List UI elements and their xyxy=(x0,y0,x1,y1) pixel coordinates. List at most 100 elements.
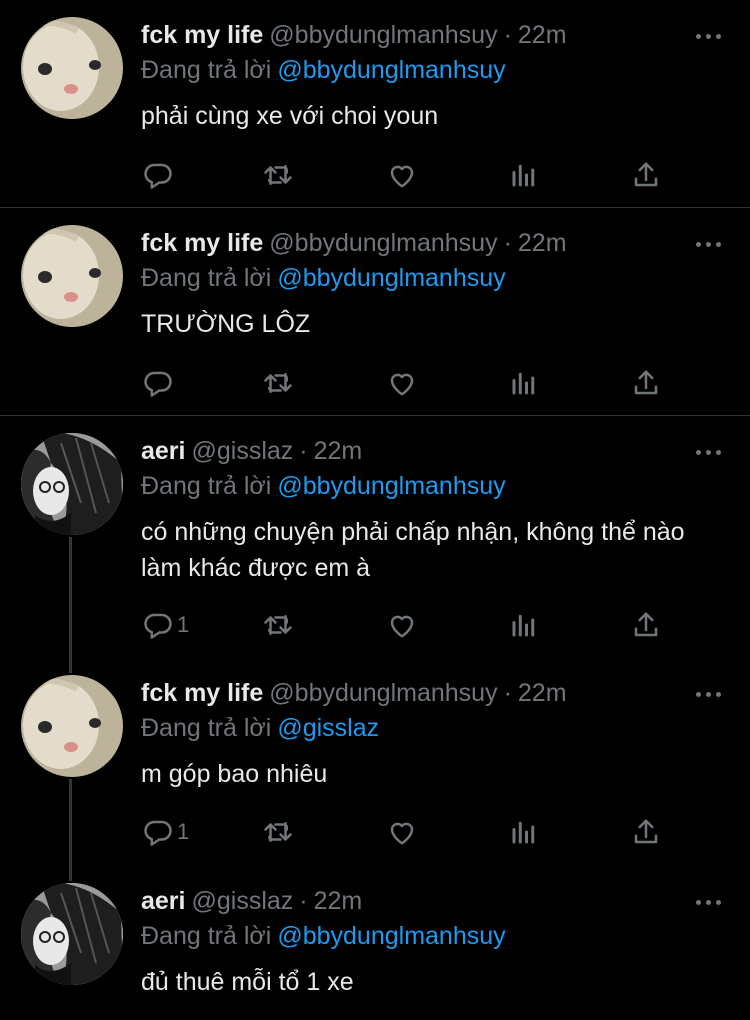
cat-avatar-image xyxy=(21,17,123,119)
mention-link[interactable]: @bbydunglmanhsuy xyxy=(277,472,505,500)
tweet[interactable]: aeri @gisslaz · 22m Đang trả lời @bbydunglma… xyxy=(0,416,750,666)
reply-count: 1 xyxy=(177,819,190,844)
tweet-header: fck my life @bbydunglmanhsuy · 22m xyxy=(141,19,567,51)
separator-dot: · xyxy=(299,887,308,915)
replying-to: Đang trả lời @gisslaz xyxy=(141,712,379,744)
heart-icon xyxy=(390,615,414,638)
tweet[interactable]: fck my life @bbydunglmanhsuy · 22m Đang trả… xyxy=(0,658,750,880)
avatar[interactable] xyxy=(21,675,123,777)
replying-to-label: Đang trả lời xyxy=(141,714,272,742)
reply-button[interactable]: 1 xyxy=(143,812,189,852)
mention-link[interactable]: @bbydunglmanhsuy xyxy=(277,56,505,84)
separator-dot: · xyxy=(503,679,512,707)
avatar[interactable] xyxy=(21,17,123,119)
avatar[interactable] xyxy=(21,225,123,327)
retweet-icon xyxy=(264,615,292,635)
timestamp[interactable]: 22m xyxy=(518,21,567,49)
like-button[interactable] xyxy=(387,155,417,195)
share-icon xyxy=(634,370,658,395)
replying-to-label: Đang trả lời xyxy=(141,56,272,84)
mention-link[interactable]: @bbydunglmanhsuy xyxy=(277,922,505,950)
retweet-icon xyxy=(264,822,292,842)
tweet-actions: 1 xyxy=(0,812,750,852)
views-button[interactable] xyxy=(509,605,539,645)
analytics-icon xyxy=(512,821,535,844)
more-options-icon[interactable] xyxy=(693,26,725,46)
timestamp[interactable]: 22m xyxy=(314,437,363,465)
avatar[interactable] xyxy=(21,883,123,985)
display-name[interactable]: aeri xyxy=(141,887,185,915)
replying-to: Đang trả lời @bbydunglmanhsuy xyxy=(141,470,506,502)
timestamp[interactable]: 22m xyxy=(518,679,567,707)
display-name[interactable]: fck my life xyxy=(141,21,263,49)
views-button[interactable] xyxy=(509,363,539,403)
display-name[interactable]: fck my life xyxy=(141,679,263,707)
tweet-header: aeri @gisslaz · 22m xyxy=(141,435,362,467)
share-button[interactable] xyxy=(631,363,661,403)
replying-to: Đang trả lời @bbydunglmanhsuy xyxy=(141,262,506,294)
share-icon xyxy=(634,612,658,637)
girl-avatar-image xyxy=(21,433,123,535)
user-handle[interactable]: @bbydunglmanhsuy xyxy=(269,229,497,257)
tweet-header: fck my life @bbydunglmanhsuy · 22m xyxy=(141,227,567,259)
separator-dot: · xyxy=(503,21,512,49)
more-options-icon[interactable] xyxy=(693,684,725,704)
replying-to-label: Đang trả lời xyxy=(141,472,272,500)
avatar[interactable] xyxy=(21,433,123,535)
share-icon xyxy=(634,819,658,844)
tweet-text: đủ thuê mỗi tổ 1 xe xyxy=(141,968,354,996)
timestamp[interactable]: 22m xyxy=(518,229,567,257)
tweet-text: phải cùng xe với choi youn xyxy=(141,102,439,130)
user-handle[interactable]: @gisslaz xyxy=(191,887,293,915)
replying-to: Đang trả lời @bbydunglmanhsuy xyxy=(141,920,506,952)
tweet-text: m góp bao nhiêu xyxy=(141,760,328,788)
reply-button[interactable]: 1 xyxy=(143,605,189,645)
more-options-icon[interactable] xyxy=(693,442,725,462)
tweet[interactable]: fck my life @bbydunglmanhsuy · 22m Đang trả… xyxy=(0,208,750,415)
analytics-icon xyxy=(512,372,535,395)
tweet-actions: 1 xyxy=(0,605,750,645)
share-button[interactable] xyxy=(631,605,661,645)
like-button[interactable] xyxy=(387,363,417,403)
user-handle[interactable]: @bbydunglmanhsuy xyxy=(269,21,497,49)
retweet-button[interactable] xyxy=(263,155,293,195)
user-handle[interactable]: @gisslaz xyxy=(191,437,293,465)
analytics-icon xyxy=(512,164,535,187)
retweet-button[interactable] xyxy=(263,812,293,852)
like-button[interactable] xyxy=(387,812,417,852)
girl-avatar-image xyxy=(21,883,123,985)
replying-to-label: Đang trả lời xyxy=(141,922,272,950)
analytics-icon xyxy=(512,614,535,637)
mention-link[interactable]: @bbydunglmanhsuy xyxy=(277,264,505,292)
replying-to-label: Đang trả lời xyxy=(141,264,272,292)
more-options-icon[interactable] xyxy=(693,892,725,912)
tweet-actions xyxy=(0,363,750,403)
retweet-icon xyxy=(264,165,292,185)
mention-link[interactable]: @gisslaz xyxy=(277,714,379,742)
display-name[interactable]: aeri xyxy=(141,437,185,465)
retweet-icon xyxy=(264,373,292,393)
heart-icon xyxy=(390,373,414,396)
views-button[interactable] xyxy=(509,155,539,195)
reply-button[interactable] xyxy=(143,363,177,403)
user-handle[interactable]: @bbydunglmanhsuy xyxy=(269,679,497,707)
reply-icon xyxy=(144,163,172,189)
retweet-button[interactable] xyxy=(263,363,293,403)
reply-icon xyxy=(144,613,172,639)
reply-button[interactable] xyxy=(143,155,177,195)
share-button[interactable] xyxy=(631,155,661,195)
like-button[interactable] xyxy=(387,605,417,645)
share-button[interactable] xyxy=(631,812,661,852)
tweet[interactable]: aeri @gisslaz · 22m Đang trả lời @bbydunglma… xyxy=(0,866,750,1020)
separator-dot: · xyxy=(299,437,308,465)
retweet-button[interactable] xyxy=(263,605,293,645)
tweet-header: aeri @gisslaz · 22m xyxy=(141,885,362,917)
tweet[interactable]: fck my life @bbydunglmanhsuy · 22m Đang trả… xyxy=(0,0,750,207)
display-name[interactable]: fck my life xyxy=(141,229,263,257)
replying-to: Đang trả lời @bbydunglmanhsuy xyxy=(141,54,506,86)
views-button[interactable] xyxy=(509,812,539,852)
reply-icon xyxy=(144,371,172,397)
tweet-text: có những chuyện phải chấp nhận, không th… xyxy=(141,518,685,582)
timestamp[interactable]: 22m xyxy=(314,887,363,915)
more-options-icon[interactable] xyxy=(693,234,725,254)
